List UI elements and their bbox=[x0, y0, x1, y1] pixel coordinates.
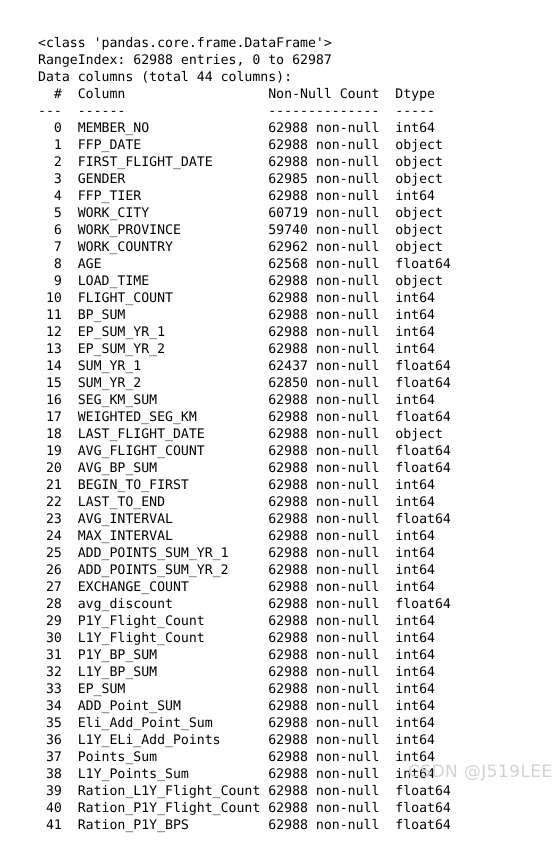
console-output: <class 'pandas.core.frame.DataFrame'> Ra… bbox=[38, 36, 451, 833]
console-text-block: <class 'pandas.core.frame.DataFrame'> Ra… bbox=[38, 1, 451, 868]
dataframe-info-console: <class 'pandas.core.frame.DataFrame'> Ra… bbox=[0, 0, 556, 833]
